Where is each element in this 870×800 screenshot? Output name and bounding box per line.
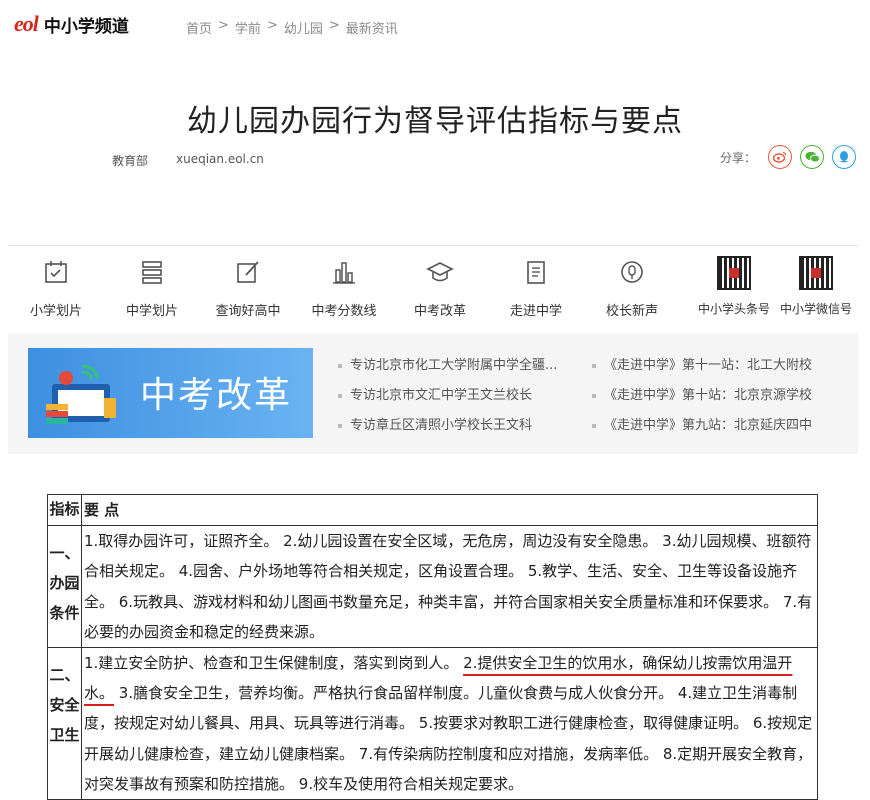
- qr-label: 中小学头条号: [697, 302, 770, 316]
- nav-principal-voice[interactable]: 校长新声: [584, 254, 680, 324]
- bullet-icon: [338, 364, 342, 368]
- category-line: 卫生: [49, 726, 80, 745]
- category-line: 一、: [49, 544, 80, 563]
- breadcrumb-kindergarten[interactable]: 幼儿园: [284, 18, 323, 37]
- bullet-icon: [338, 424, 342, 428]
- article-source: 教育部: [112, 154, 149, 168]
- breadcrumb-home[interactable]: 首页: [186, 18, 212, 37]
- site-logo[interactable]: eol 中小学频道: [14, 11, 129, 37]
- nav-label: 中学划片: [125, 304, 178, 319]
- breadcrumb-latest-news[interactable]: 最新资讯: [346, 18, 398, 37]
- document-icon: [527, 261, 545, 284]
- eol-logo-mark: eol: [14, 11, 39, 36]
- nav-high-school-search[interactable]: 查询好高中: [200, 254, 296, 324]
- nav-visit-school[interactable]: 走进中学: [488, 254, 584, 324]
- bullet-icon: [592, 424, 596, 428]
- qr-code-icon: [717, 256, 751, 290]
- link-text: 专访北京市化工大学附属中学全疆...: [350, 358, 558, 373]
- category-line: 二、: [49, 666, 80, 685]
- bullet-icon: [592, 364, 596, 368]
- article-meta: 教育部 xueqian.eol.cn: [112, 152, 264, 169]
- qq-share-icon[interactable]: [832, 145, 856, 169]
- category-cell: 二、 安全 卫生: [47, 647, 82, 800]
- nav-label: 中考改革: [413, 304, 466, 319]
- breadcrumb: 首页 > 学前 > 幼儿园 > 最新资讯: [186, 18, 398, 37]
- nav-label: 查询好高中: [215, 304, 281, 319]
- list-item[interactable]: 专访北京市文汇中学王文兰校长: [338, 381, 583, 411]
- top-bar: eol 中小学频道 首页 > 学前 > 幼儿园 > 最新资讯: [0, 0, 870, 52]
- category-line: 办园: [49, 574, 80, 593]
- nav-label: 中考分数线: [311, 304, 377, 319]
- table-row: 二、 安全 卫生 1.建立安全防护、检查和卫生保健制度，落实到岗到人。 2.提供…: [47, 647, 818, 800]
- link-text: 专访章丘区清照小学校长王文科: [350, 418, 533, 433]
- share-bar: 分享：: [720, 145, 856, 169]
- category-line: 条件: [49, 604, 80, 623]
- visit-school-links: 《走进中学》第十一站：北工大附校 《走进中学》第十站：北京京源学校 《走进中学》…: [592, 351, 852, 441]
- table-row: 一、 办园 条件 1.取得办园许可，证照齐全。 2.幼儿园设置在安全区域，无危房…: [47, 525, 818, 649]
- link-text: 专访北京市文汇中学王文兰校长: [350, 388, 533, 403]
- divider: [8, 245, 858, 246]
- qr-wechat-account[interactable]: 中小学微信号: [776, 254, 856, 317]
- wechat-share-icon[interactable]: [800, 145, 824, 169]
- nav-label: 走进中学: [509, 304, 562, 319]
- points-text: 1.建立安全防护、检查和卫生保健制度，落实到岗到人。: [84, 654, 464, 673]
- bar-chart-icon: [333, 262, 355, 284]
- quick-nav: 小学划片 中学划片 查询好高中 中考分数线 中考改革 走进中学 校长新声 中小学…: [8, 254, 858, 324]
- edit-icon: [237, 261, 259, 283]
- share-label: 分享：: [719, 150, 756, 165]
- list-item[interactable]: 《走进中学》第九站：北京延庆四中: [592, 411, 852, 441]
- table-header-row: 指标 要 点: [47, 493, 818, 527]
- list-item[interactable]: 专访章丘区清照小学校长王文科: [338, 411, 583, 441]
- bullet-icon: [338, 394, 342, 398]
- nav-primary-zoning[interactable]: 小学划片: [8, 254, 104, 324]
- link-text: 《走进中学》第九站：北京延庆四中: [604, 418, 813, 433]
- calendar-icon: [45, 261, 67, 283]
- bullet-icon: [592, 394, 596, 398]
- qr-label: 中小学微信号: [779, 302, 852, 316]
- feature-panel: 中考改革 专访北京市化工大学附属中学全疆... 专访北京市文汇中学王文兰校长 专…: [8, 333, 858, 454]
- breadcrumb-separator: >: [266, 18, 278, 33]
- list-item[interactable]: 《走进中学》第十站：北京京源学校: [592, 381, 852, 411]
- nav-label: 校长新声: [605, 304, 658, 319]
- interview-links: 专访北京市化工大学附属中学全疆... 专访北京市文汇中学王文兰校长 专访章丘区清…: [338, 351, 583, 441]
- header-indicator: 指标: [47, 493, 82, 527]
- article-title: 幼儿园办园行为督导评估指标与要点: [187, 104, 683, 140]
- exam-reform-banner[interactable]: 中考改革: [28, 348, 313, 438]
- link-text: 《走进中学》第十一站：北工大附校: [604, 358, 813, 373]
- qr-headline-account[interactable]: 中小学头条号: [694, 254, 774, 317]
- breadcrumb-separator: >: [218, 18, 229, 33]
- breadcrumb-separator: >: [328, 18, 340, 33]
- category-line: 安全: [49, 696, 80, 715]
- nav-label: 小学划片: [29, 304, 82, 319]
- voice-icon: [621, 261, 643, 283]
- list-item[interactable]: 专访北京市化工大学附属中学全疆...: [338, 351, 583, 381]
- nav-middle-zoning[interactable]: 中学划片: [104, 254, 200, 324]
- points-cell: 1.建立安全防护、检查和卫生保健制度，落实到岗到人。 2.提供安全卫生的饮用水，…: [81, 647, 818, 800]
- books-illustration-icon: [46, 364, 116, 424]
- nav-exam-reform[interactable]: 中考改革: [392, 254, 488, 324]
- stack-icon: [142, 261, 162, 284]
- header-points: 要 点: [81, 493, 818, 527]
- breadcrumb-preschool[interactable]: 学前: [235, 18, 261, 37]
- indicator-table: 指标 要 点 一、 办园 条件 1.取得办园许可，证照齐全。 2.幼儿园设置在安…: [47, 493, 818, 800]
- channel-name: 中小学频道: [43, 16, 129, 37]
- graduation-cap-icon: [426, 262, 454, 282]
- points-cell: 1.取得办园许可，证照齐全。 2.幼儿园设置在安全区域，无危房，周边没有安全隐患…: [81, 525, 818, 649]
- article-site: xueqian.eol.cn: [176, 152, 264, 166]
- weibo-share-icon[interactable]: [768, 145, 792, 169]
- category-cell: 一、 办园 条件: [47, 525, 82, 649]
- qr-code-icon: [799, 256, 833, 290]
- banner-title: 中考改革: [140, 375, 293, 416]
- list-item[interactable]: 《走进中学》第十一站：北工大附校: [592, 351, 852, 381]
- link-text: 《走进中学》第十站：北京京源学校: [604, 388, 813, 403]
- nav-score-line[interactable]: 中考分数线: [296, 254, 392, 324]
- points-text: 3.膳食安全卫生，营养均衡。严格执行食品留样制度。儿童伙食费与成人伙食分开。 4…: [84, 684, 813, 793]
